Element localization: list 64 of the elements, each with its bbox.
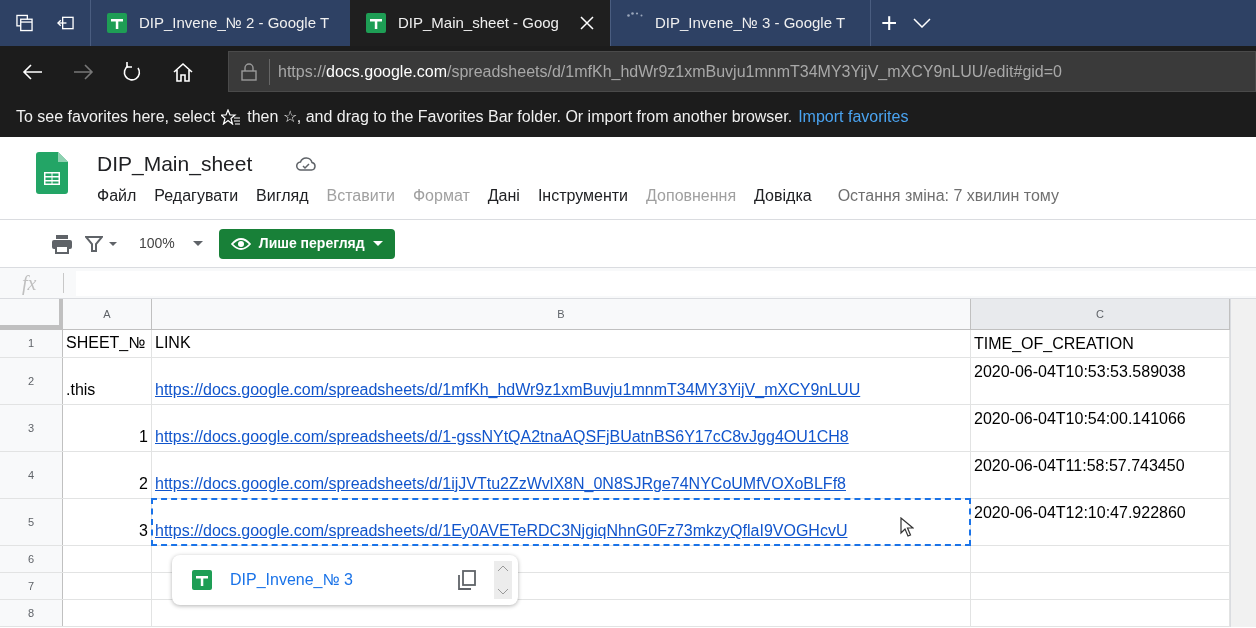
cell-link[interactable]: https://docs.google.com/spreadsheets/d/1-gssNYtQA2tnaAQSFjBUatnBS6Y17cC8vJgg4OU1CH8 (155, 425, 849, 449)
row-header[interactable]: 8 (0, 600, 63, 626)
menu-item[interactable]: Вигляд (256, 184, 309, 208)
cell-link[interactable]: https://docs.google.com/spreadsheets/d/1Ey0AVETeRDC3NjgiqNhnG0Fz73mkzyQflaI9VOGHcvU (155, 519, 848, 543)
cell-text: TIME_OF_CREATION (974, 334, 1134, 354)
formula-label: fx (21, 271, 38, 297)
cell-text: SHEET_№ (66, 333, 146, 353)
chevron-down-icon[interactable] (913, 18, 932, 28)
eye-icon (230, 236, 251, 251)
favorites-hint-text: then ☆, and drag to the Favorites Bar folder. Or import from another browser. (247, 107, 793, 127)
cell-text: 2020-06-04T10:54:00.141066 (974, 409, 1186, 429)
set-aside-tabs-icon[interactable] (57, 15, 74, 31)
view-only-button[interactable]: Лише перегляд (218, 228, 395, 259)
document-title[interactable]: DIP_Main_sheet (97, 148, 253, 180)
lock-icon (241, 62, 257, 81)
cell-link[interactable]: https://docs.google.com/spreadsheets/d/1mfKh_hdWr9z1xmBuvju1mnmT34MY3YijV_mXCY9nLUU (155, 378, 861, 402)
cell-link[interactable]: https://docs.google.com/spreadsheets/d/1ijJVTtu2ZzWvlX8N_0N8SJRge74NYCoUMfVOXoBLFf8 (155, 472, 846, 496)
cell-text: 3 (139, 521, 148, 541)
caret-icon (372, 241, 383, 246)
tab-actions-icon[interactable] (16, 14, 33, 32)
forward-icon[interactable] (72, 61, 94, 82)
cell-text: 2 (139, 474, 148, 494)
mouse-cursor-icon (900, 517, 914, 537)
filter-button[interactable] (85, 234, 117, 253)
row-header[interactable]: 1 (0, 330, 63, 357)
cloud-saved-icon (296, 156, 317, 172)
address-field[interactable]: https://docs.google.com/spreadsheets/d/1mfKh_hdWr9z1xmBuvju1mnmT34MY3YijV_mXCY9nLUU/edit#gid=0 (228, 51, 1256, 92)
cell-text: 2020-06-04T10:53:53.589038 (974, 362, 1186, 382)
print-icon[interactable] (51, 233, 73, 254)
menu-item[interactable]: Файл (97, 184, 137, 208)
home-icon[interactable] (172, 61, 194, 82)
row-header[interactable]: 7 (0, 573, 63, 599)
last-edit-link[interactable]: Остання зміна: 7 хвилин тому (837, 184, 1059, 208)
cell-text: LINK (155, 333, 191, 353)
sheets-logo-icon[interactable] (36, 152, 68, 194)
import-favorites-link[interactable]: Import favorites (798, 105, 909, 129)
favorites-hint-text: To see favorites here, select (16, 107, 216, 127)
menu-item[interactable]: Довідка (754, 184, 812, 208)
favorites-icon (221, 109, 242, 125)
copy-icon[interactable] (458, 570, 476, 590)
row-header[interactable]: 2 (0, 358, 63, 404)
cell-text: .this (66, 380, 96, 400)
caret-icon (192, 241, 203, 246)
menu-item[interactable]: Редагувати (154, 184, 239, 208)
cell-text: 2020-06-04T11:58:57.743450 (974, 456, 1185, 476)
row-header[interactable]: 4 (0, 452, 63, 498)
back-icon[interactable] (22, 61, 44, 82)
close-icon[interactable] (580, 16, 594, 30)
browser-tab[interactable]: DIP_Main_sheet - Goog (350, 0, 610, 46)
caret-icon (109, 241, 117, 246)
linked-sheet-link[interactable]: DIP_Invene_№ 3 (230, 568, 353, 592)
filter-icon (85, 234, 103, 253)
row-header[interactable]: 5 (0, 499, 63, 545)
menu-item[interactable]: Інструменти (537, 184, 629, 208)
row-header[interactable]: 3 (0, 405, 63, 451)
new-tab-button[interactable]: + (879, 9, 900, 37)
cell-text: 1 (139, 427, 148, 447)
sheets-icon (192, 570, 212, 590)
zoom-dropdown[interactable]: 100% (139, 233, 203, 254)
menu-item[interactable]: Дані (487, 184, 520, 208)
row-header[interactable]: 6 (0, 546, 63, 572)
column-header[interactable]: C (971, 299, 1230, 329)
cell-text: 2020-06-04T12:10:47.922860 (974, 503, 1186, 523)
scrollbar-track[interactable] (1230, 299, 1256, 627)
